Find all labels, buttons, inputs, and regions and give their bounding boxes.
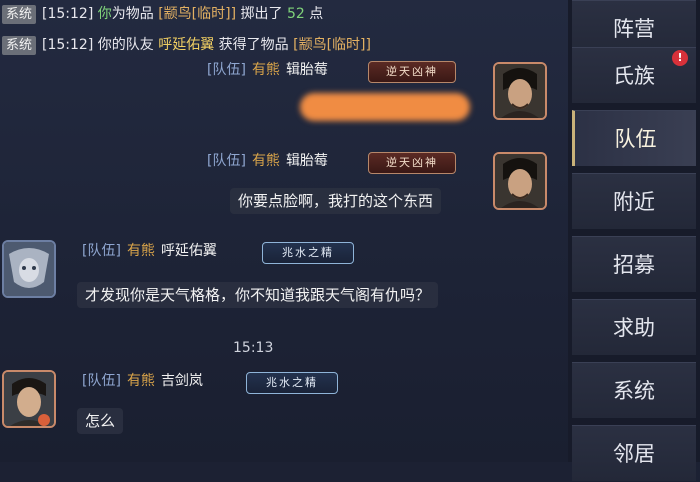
tab-neighbor[interactable]: 邻居 bbox=[572, 425, 696, 481]
tab-system[interactable]: 系统 bbox=[572, 362, 696, 418]
title-badge: 兆水之精 bbox=[246, 372, 338, 394]
system-message: 系统 [15:12] 你的队友 呼延佑翼 获得了物品 [颛鸟[临时]] bbox=[2, 35, 371, 55]
message-text: 获得了物品 bbox=[218, 37, 289, 53]
message-header: [队伍] 有熊 吉剑岚 bbox=[82, 370, 203, 392]
sender-name[interactable]: 吉剑岚 bbox=[161, 373, 203, 389]
message-text: 你的队友 bbox=[97, 37, 154, 53]
message-header: [队伍] 有熊 辑胎莓 bbox=[207, 59, 328, 81]
title-badge: 逆天凶神 bbox=[368, 152, 456, 174]
redacted-message bbox=[300, 93, 470, 121]
avatar[interactable] bbox=[2, 370, 56, 428]
avatar-portrait-icon bbox=[495, 154, 545, 208]
family-label: 有熊 bbox=[251, 153, 280, 169]
channel-sidebar: 阵营 氏族 ! 队伍 附近 招募 求助 系统 邻居 bbox=[568, 0, 700, 481]
tab-help[interactable]: 求助 bbox=[572, 299, 696, 355]
message-time: [15:12] bbox=[42, 37, 94, 53]
avatar[interactable] bbox=[493, 62, 547, 120]
chat-bubble[interactable]: 怎么 bbox=[77, 408, 124, 434]
avatar[interactable] bbox=[493, 152, 547, 210]
tab-nearby[interactable]: 附近 bbox=[572, 173, 696, 229]
item-link[interactable]: [颛鸟[临时]] bbox=[293, 37, 371, 53]
family-label: 有熊 bbox=[126, 373, 155, 389]
roll-value: 52 bbox=[286, 6, 305, 22]
system-tag: 系统 bbox=[2, 5, 37, 24]
message-time: [15:12] bbox=[42, 6, 94, 22]
message-header: [队伍] 有熊 辑胎莓 bbox=[207, 150, 328, 172]
player-self: 你 bbox=[97, 6, 112, 22]
family-label: 有熊 bbox=[126, 243, 155, 259]
chat-timestamp: 15:13 bbox=[233, 340, 274, 356]
message-header: [队伍] 有熊 呼延佑翼 bbox=[82, 240, 217, 262]
title-badge: 逆天凶神 bbox=[368, 61, 456, 83]
avatar-portrait-icon bbox=[4, 372, 54, 426]
tab-recruit[interactable]: 招募 bbox=[572, 236, 696, 292]
family-label: 有熊 bbox=[251, 62, 280, 78]
channel-label: [队伍] bbox=[207, 153, 246, 169]
channel-label: [队伍] bbox=[82, 373, 121, 389]
title-badge: 兆水之精 bbox=[262, 242, 354, 264]
sender-name[interactable]: 呼延佑翼 bbox=[161, 243, 217, 259]
tab-label: 氏族 bbox=[613, 64, 655, 88]
item-link[interactable]: [颛鸟[临时]] bbox=[158, 6, 236, 22]
channel-label: [队伍] bbox=[207, 62, 246, 78]
system-message: 系统 [15:12] 你为物品 [颛鸟[临时]] 掷出了 52 点 bbox=[2, 4, 323, 24]
tab-team[interactable]: 队伍 bbox=[572, 110, 696, 166]
message-text: 为物品 bbox=[111, 6, 154, 22]
chat-bubble[interactable]: 你要点脸啊，我打的这个东西 bbox=[230, 188, 442, 214]
sender-name[interactable]: 辑胎莓 bbox=[286, 153, 328, 169]
message-text: 点 bbox=[309, 6, 324, 22]
chat-bubble[interactable]: 才发现你是天气格格，你不知道我跟天气阁有仇吗？ bbox=[77, 282, 439, 308]
avatar-portrait-icon bbox=[495, 64, 545, 118]
avatar-portrait-icon bbox=[4, 242, 54, 296]
alert-icon: ! bbox=[672, 50, 688, 66]
message-text: 掷出了 bbox=[240, 6, 283, 22]
player-name-link[interactable]: 呼延佑翼 bbox=[158, 37, 214, 53]
sender-name[interactable]: 辑胎莓 bbox=[286, 62, 328, 78]
avatar[interactable] bbox=[2, 240, 56, 298]
channel-label: [队伍] bbox=[82, 243, 121, 259]
system-tag: 系统 bbox=[2, 36, 37, 55]
chat-panel: 系统 [15:12] 你为物品 [颛鸟[临时]] 掷出了 52 点 系统 [15:1… bbox=[0, 0, 568, 462]
